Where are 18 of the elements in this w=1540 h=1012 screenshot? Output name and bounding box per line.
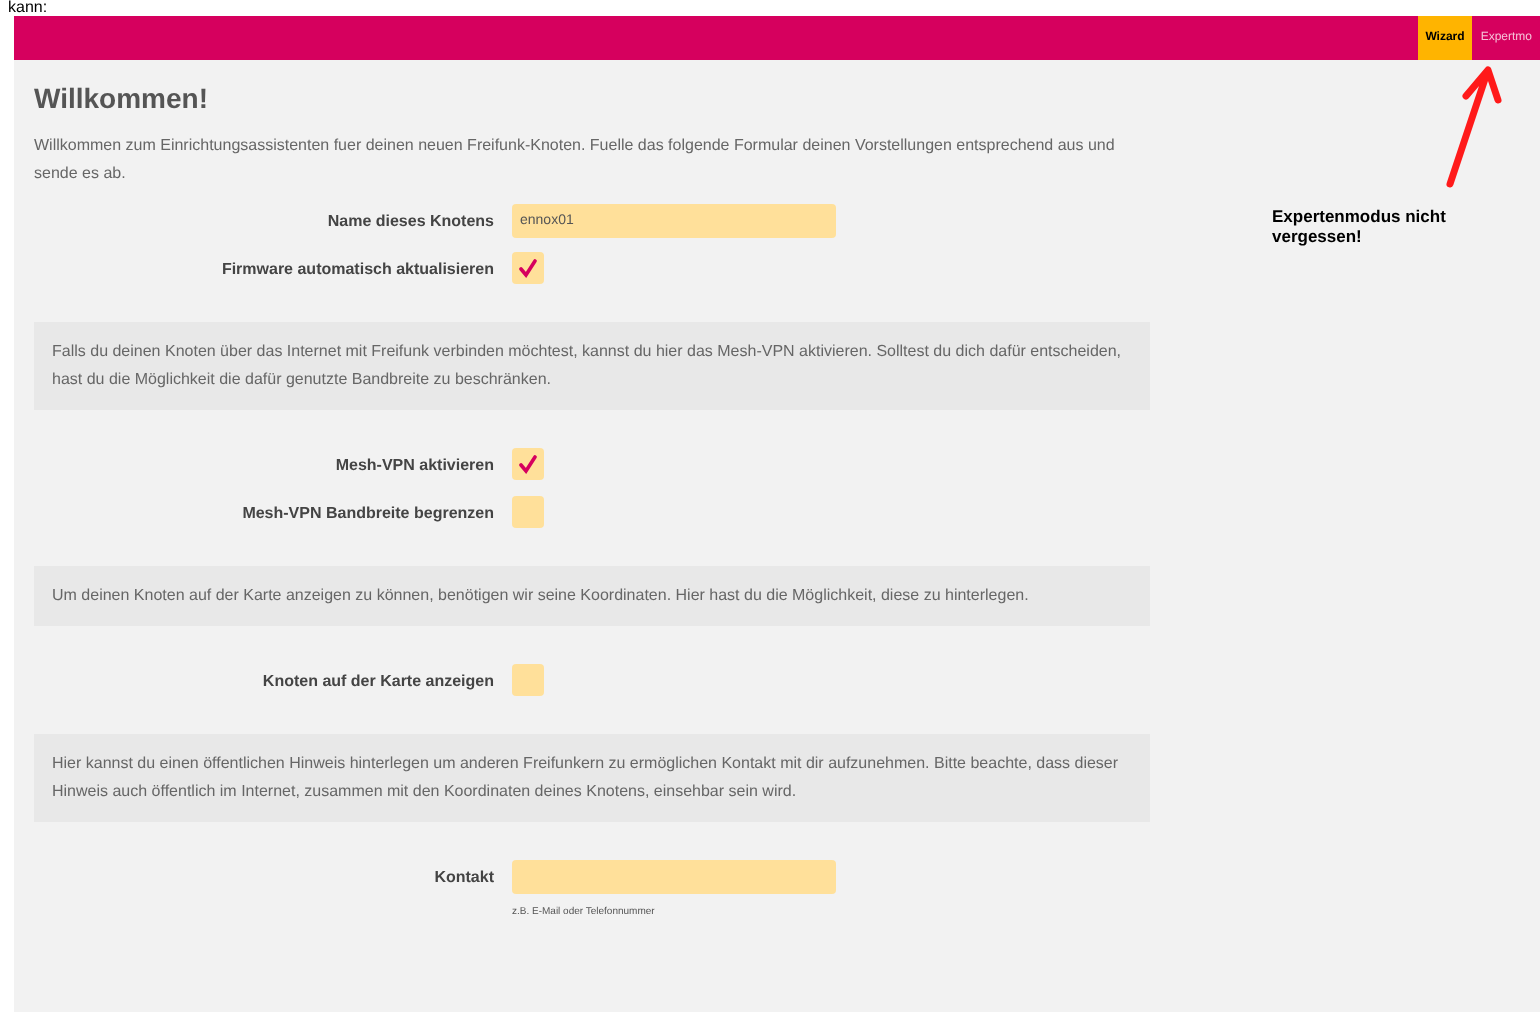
field-label: Firmware automatisch aktualisieren (219, 258, 494, 282)
intro-text: Willkommen zum Einrichtungsassistenten fuer deinen neuen Freifunk-Knoten. Fuelle das folgende Formular deinen Vorstellungen entsprechend aus und sende es ab. (34, 134, 1117, 186)
caption-fragment: kann: (8, 0, 48, 16)
checkbox[interactable] (512, 252, 544, 284)
field-label: Name dieses Knotens (325, 210, 494, 234)
checkbox[interactable] (512, 496, 544, 528)
annotation-text: Expertenmodus nicht vergessen! (1272, 206, 1448, 246)
field-label: Kontakt (432, 866, 494, 890)
checkbox[interactable] (512, 664, 544, 696)
text-field[interactable] (512, 860, 836, 894)
field-label: Mesh-VPN Bandbreite begrenzen (240, 502, 494, 526)
page-title: Willkommen! (34, 82, 210, 114)
field-label: Mesh-VPN aktivieren (333, 454, 494, 478)
info-box: Um deinen Knoten auf der Karte anzeigen zu können, benötigen wir seine Koordinaten. Hier hast du die Möglichkeit, diese zu hinterlegen. (34, 566, 1150, 626)
field-label: Knoten auf der Karte anzeigen (260, 670, 494, 694)
info-box: Falls du deinen Knoten über das Internet mit Freifunk verbinden möchtest, kannst du hier das Mesh-VPN aktivieren. Solltest du dich dafür entscheiden, hast du die Möglichkeit die dafür genutzte Bandbreite zu beschränken. (34, 322, 1150, 410)
checkbox[interactable] (512, 448, 544, 480)
info-box: Hier kannst du einen öffentlichen Hinweis hinterlegen um anderen Freifunkern zu ermöglichen Kontakt mit dir aufzunehmen. Bitte beachte, dass dieser Hinweis auch öffentlich im Internet, zusammen mit den Koordinaten deines Knotens, einsehbar sein wird. (34, 734, 1150, 822)
